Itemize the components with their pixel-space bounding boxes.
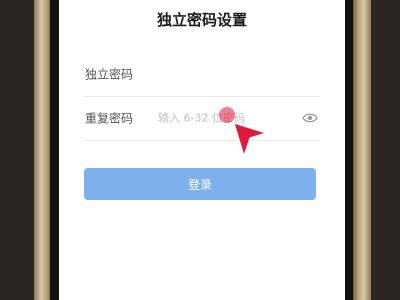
phone-frame-right <box>353 0 371 300</box>
password-input[interactable] <box>158 67 268 81</box>
eye-icon[interactable] <box>302 112 318 124</box>
confirm-password-row[interactable]: 重复密码 <box>84 96 320 141</box>
page-title: 独立密码设置 <box>156 11 247 29</box>
app-screen: 独立密码设置 独立密码 重复密码 登录 <box>59 0 345 300</box>
password-row[interactable]: 独立密码 <box>84 52 320 97</box>
password-label: 独立密码 <box>85 67 134 82</box>
confirm-password-label: 重复密码 <box>85 111 134 126</box>
login-button[interactable]: 登录 <box>84 168 316 200</box>
confirm-password-input[interactable] <box>158 111 268 125</box>
